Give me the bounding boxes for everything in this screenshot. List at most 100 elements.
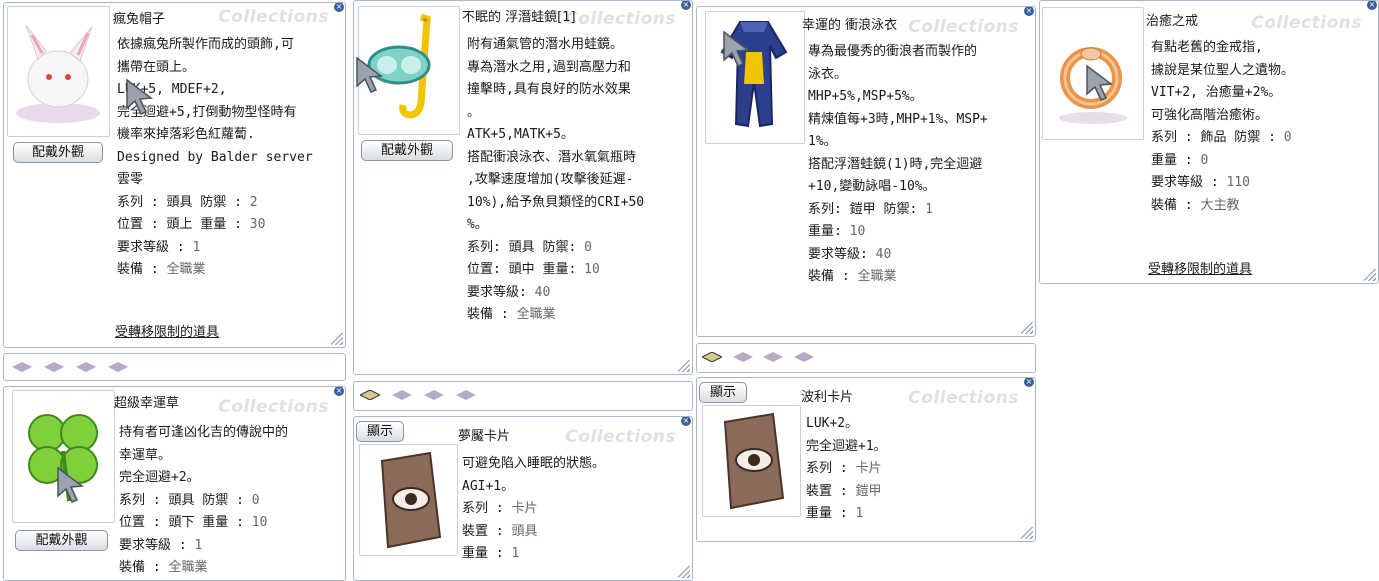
desc-line: 搭配浮潛蛙鏡(1)時,完全迴避 (808, 156, 983, 172)
prop-value: 30 (249, 217, 266, 232)
resize-grip[interactable] (1364, 269, 1376, 281)
desc-line: VIT+2, 治癒量+2%。 (1151, 85, 1282, 100)
close-icon[interactable]: × (1367, 1, 1377, 10)
desc-line: 附有通氣管的潛水用蛙鏡。 (467, 37, 624, 52)
desc-line: ATK+5,MATK+5。 (467, 127, 574, 142)
desc-line: 依據瘋兔所製作而成的頭飾,可 (117, 37, 294, 52)
item-description: 有點老舊的金戒指, 據說是某位聖人之遺物。 VIT+2, 治癒量+2%。 可強化… (1151, 37, 1294, 217)
nightmare-card-icon (380, 451, 442, 549)
prop-value: 全職業 (166, 262, 206, 277)
desc-line: 完全迴避+1。 (806, 438, 887, 454)
prop-label: 要求等級: (808, 246, 868, 262)
prop-value: 40 (534, 284, 551, 300)
prop-value: 10 (849, 224, 866, 239)
prop-row: 位置: 頭中 重量: 10 (467, 259, 644, 282)
prop-value: 1 (511, 546, 520, 561)
item-title: 幸運的 衝浪泳衣 (802, 18, 898, 33)
desc-line: 。 (467, 104, 481, 120)
mouse-cursor-icon (57, 466, 85, 503)
desc-line: 有點老舊的金戒指, (1151, 40, 1263, 55)
item-window-snorkel-goggles: Collections × 配戴外觀 不眠的 浮潛蛙鏡[1] 附有通氣管的潛水用… (353, 0, 693, 375)
prop-label: 裝備 : (467, 307, 509, 322)
item-title: 不眠的 浮潛蛙鏡[1] (462, 10, 576, 25)
equip-appearance-button[interactable]: 配戴外觀 (361, 140, 453, 161)
prop-value: 大主教 (1200, 197, 1240, 213)
resize-grip[interactable] (678, 566, 690, 578)
desc-line: 機率來掉落彩色紅蘿蔔. (117, 127, 255, 142)
prop-value: 全職業 (857, 269, 897, 284)
prop-value: 0 (1283, 130, 1292, 145)
prop-value: 1 (192, 239, 201, 255)
prop-value: 1 (855, 506, 864, 521)
equip-appearance-button[interactable]: 配戴外觀 (15, 530, 108, 551)
desc-line: 搭配衝浪泳衣、潛水氧氣瓶時 (467, 149, 637, 165)
show-button[interactable]: 顯示 (699, 382, 747, 403)
prop-row: 系列 : 飾品 防禦 : 0 (1151, 127, 1294, 150)
prop-value: 0 (584, 239, 592, 255)
prop-value: 0 (1200, 152, 1209, 168)
item-description: 持有者可逢凶化吉的傳說中的 幸運草。 完全迴避+2。 系列 : 頭具 防禦 : … (119, 422, 288, 580)
prop-label: 裝備 : (1151, 197, 1193, 213)
item-description: LUK+2。 完全迴避+1。 系列 : 卡片 裝置 : 鎧甲 重量 : 1 (806, 413, 887, 526)
prop-label: 系列 : 頭具 防禦 : (119, 492, 244, 508)
prop-label: 重量 : (806, 506, 848, 521)
item-window-super-clover: Collections × 配戴外觀 超級幸運草 持有者可逢凶化吉的傳說中的 幸… (3, 386, 346, 581)
item-picture (702, 405, 801, 517)
prop-label: 位置 : 頭下 重量 : (119, 515, 244, 530)
empty-card-slot-icon (12, 362, 32, 372)
transfer-restricted-link[interactable]: 受轉移限制的道具 (1148, 258, 1252, 277)
desc-line: 完全迴避+2。 (119, 470, 200, 485)
prop-value: 全職業 (168, 560, 208, 575)
show-button[interactable]: 顯示 (356, 421, 404, 442)
prop-label: 裝備 : (808, 269, 850, 284)
mouse-cursor-icon (356, 56, 384, 93)
desc-line: 專為潛水之用,過到高壓力和 (467, 59, 631, 75)
resize-grip[interactable] (331, 333, 343, 345)
desc-line: ,攻擊速度增加(攻擊後延遲- (467, 172, 634, 187)
desc-line: 可強化高階治癒術。 (1151, 107, 1269, 123)
item-window-nightmare-card: Collections × 顯示 夢魘卡片 可避免陷入睡眠的狀態。 AGI+1。… (353, 416, 693, 581)
card-slots-bar (3, 353, 346, 381)
item-window-poring-card: Collections × 顯示 波利卡片 LUK+2。 完全迴避+1。 系列 … (696, 377, 1036, 542)
prop-row: 要求等級: 40 (467, 282, 644, 305)
transfer-restricted-link[interactable]: 受轉移限制的道具 (115, 321, 219, 340)
prop-row: 要求等級 : 110 (1151, 172, 1294, 195)
prop-row: 系列 : 頭具 防禦 : 2 (117, 192, 313, 215)
resize-grip[interactable] (1021, 322, 1033, 334)
desc-line: 幸運草。 (119, 447, 172, 463)
item-title: 瘋兔帽子 (113, 12, 166, 27)
close-icon[interactable]: × (1024, 378, 1034, 387)
desc-line: Designed by Balder server (117, 149, 313, 165)
item-window-healing-ring: Collections × 治癒之戒 有點老舊的金戒指, 據說是某位聖人之遺物。… (1039, 0, 1379, 284)
close-icon[interactable]: × (681, 417, 691, 426)
empty-card-slot-icon (794, 352, 814, 362)
close-icon[interactable]: × (334, 3, 344, 12)
prop-row: 裝備 : 全職業 (808, 266, 988, 289)
close-icon[interactable]: × (681, 1, 691, 10)
prop-label: 系列: 頭具 防禦: (467, 239, 577, 255)
prop-row: 系列 : 卡片 (806, 458, 887, 481)
card-slots-bar (353, 381, 693, 411)
card-slots-bar (696, 343, 1036, 373)
empty-card-slot-icon (44, 362, 64, 372)
close-icon[interactable]: × (334, 387, 344, 396)
item-picture (7, 6, 110, 137)
prop-label: 要求等級 : (119, 537, 187, 553)
item-picture (705, 11, 805, 144)
item-title: 夢魘卡片 (458, 429, 511, 444)
collections-watermark: Collections (565, 427, 676, 447)
desc-line: 專為最優秀的衝浪者而製作的 (808, 44, 978, 59)
equip-appearance-button[interactable]: 配戴外觀 (13, 142, 103, 163)
item-picture (359, 444, 458, 556)
prop-value: 全職業 (516, 307, 556, 322)
prop-row: 裝備 : 全職業 (467, 304, 644, 327)
filled-card-slot-icon (702, 352, 722, 362)
prop-label: 重量: (808, 224, 842, 239)
resize-grip[interactable] (1021, 527, 1033, 539)
prop-label: 位置: 頭中 重量: (467, 262, 577, 277)
item-description: 依據瘋兔所製作而成的頭飾,可 攜帶在頭上。 LUK+5, MDEF+2, 完全迴… (117, 34, 313, 282)
close-icon[interactable]: × (1024, 7, 1034, 16)
prop-label: 要求等級: (467, 284, 527, 300)
desc-line: %。 (467, 217, 488, 232)
resize-grip[interactable] (678, 360, 690, 372)
